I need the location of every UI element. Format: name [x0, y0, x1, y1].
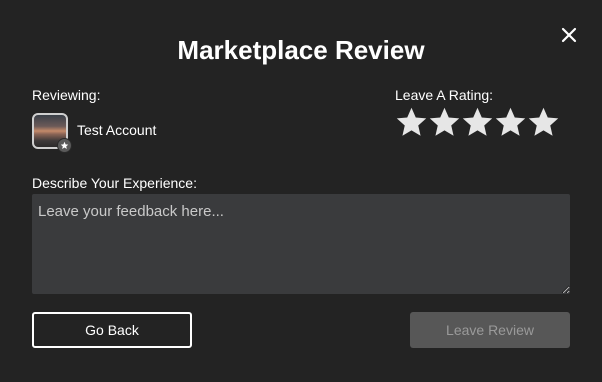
- star-icon[interactable]: [494, 105, 527, 139]
- star-rating: [395, 105, 560, 139]
- leave-review-button[interactable]: Leave Review: [410, 312, 570, 348]
- dialog-title: Marketplace Review: [177, 35, 425, 65]
- feedback-textarea[interactable]: [32, 194, 570, 294]
- star-icon[interactable]: [527, 105, 560, 139]
- describe-label: Describe Your Experience:: [32, 175, 197, 191]
- reviewing-label: Reviewing:: [32, 87, 101, 103]
- account-avatar: [32, 113, 72, 153]
- account-name: Test Account: [77, 122, 157, 138]
- go-back-button[interactable]: Go Back: [32, 312, 192, 348]
- star-icon[interactable]: [461, 105, 494, 139]
- review-dialog: Marketplace Review Reviewing: Test Accou…: [0, 0, 602, 382]
- rating-label: Leave A Rating:: [395, 87, 494, 103]
- star-icon[interactable]: [395, 105, 428, 139]
- star-icon[interactable]: [428, 105, 461, 139]
- star-badge-icon: [57, 138, 72, 153]
